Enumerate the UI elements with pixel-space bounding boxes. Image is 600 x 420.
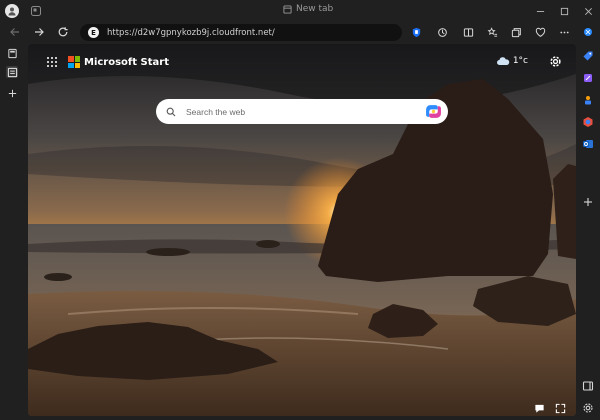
shopping-button[interactable] (582, 50, 594, 62)
more-options-button[interactable] (558, 26, 570, 38)
minimize-icon (536, 10, 544, 12)
site-info-badge[interactable]: E (88, 27, 99, 38)
browser-essentials-button[interactable] (410, 26, 422, 38)
fullscreen-button[interactable] (555, 399, 566, 414)
tab-title-text: New tab (296, 4, 334, 14)
left-vertical-rail (0, 42, 24, 420)
browser-window: New tab E https://d2w7gpnykozb9j.cloudfr… (0, 0, 600, 420)
new-tab-page-icon (283, 4, 292, 14)
minimize-button[interactable] (528, 0, 552, 22)
split-screen-button[interactable] (462, 26, 474, 38)
page-settings-icon[interactable] (549, 55, 562, 68)
add-sidebar-app-button[interactable] (582, 196, 594, 208)
favorites-button[interactable] (486, 26, 498, 38)
url-text[interactable]: https://d2w7gpnykozb9j.cloudfront.net/ (107, 28, 275, 38)
brand-name[interactable]: Microsoft Start (84, 57, 169, 68)
settings-icon (583, 403, 593, 413)
title-bar: New tab (0, 0, 600, 22)
close-button[interactable] (576, 0, 600, 22)
collections-icon (511, 27, 521, 37)
microsoft-365-button[interactable] (582, 116, 594, 128)
tools-icon (584, 74, 592, 82)
profile-avatar[interactable] (5, 4, 19, 18)
extension-icon (437, 27, 447, 37)
more-dots-icon (559, 31, 569, 33)
forward-button[interactable] (32, 25, 46, 39)
feedback-button[interactable] (534, 399, 545, 413)
add-icon (584, 198, 592, 206)
active-tab[interactable]: New tab (283, 4, 333, 14)
tools-button[interactable] (582, 72, 594, 84)
refresh-button[interactable] (56, 25, 70, 39)
new-tab-plus-icon (8, 89, 16, 97)
copilot-sidebar-button[interactable] (582, 26, 594, 38)
new-tab-button[interactable] (6, 87, 18, 99)
outlook-icon (583, 140, 593, 148)
bottom-controls (534, 399, 566, 414)
arrow-right-icon (35, 28, 44, 36)
navigation-toolbar: E https://d2w7gpnykozb9j.cloudfront.net/ (0, 22, 600, 42)
weather-temperature: 1°c (512, 56, 528, 66)
tab-actions-icon (7, 48, 17, 58)
games-button[interactable] (582, 94, 594, 106)
weather-widget[interactable]: 1°c (496, 56, 528, 66)
outlook-button[interactable] (582, 138, 594, 150)
right-sidebar-rail (576, 22, 600, 420)
maximize-button[interactable] (552, 0, 576, 22)
collections-button[interactable] (510, 26, 522, 38)
sidebar-toggle-icon (582, 381, 594, 391)
hide-sidebar-button[interactable] (582, 380, 594, 392)
ms-start-header: Microsoft Start (46, 56, 169, 68)
heart-pulse-icon (535, 27, 545, 37)
vertical-tabs-button[interactable] (6, 66, 18, 78)
workspaces-icon[interactable] (30, 5, 42, 17)
favorites-star-icon (487, 26, 497, 37)
feedback-icon (535, 404, 544, 413)
person-icon (8, 7, 16, 16)
copilot-icon[interactable] (425, 103, 442, 120)
maximize-icon (560, 7, 568, 15)
browser-wallet-button[interactable] (534, 26, 546, 38)
copilot-icon (584, 28, 592, 36)
games-icon (585, 96, 591, 105)
shield-icon (412, 27, 420, 37)
microsoft-365-icon (583, 117, 593, 127)
cloud-icon (496, 57, 510, 65)
search-icon (166, 107, 176, 116)
refresh-icon (58, 27, 68, 37)
close-icon (584, 7, 592, 15)
arrow-left-icon (10, 28, 19, 36)
address-bar[interactable]: E https://d2w7gpnykozb9j.cloudfront.net/ (80, 24, 402, 41)
new-tab-page: Microsoft Start 1°c (28, 44, 576, 416)
microsoft-logo-icon (68, 56, 80, 68)
split-screen-icon (463, 27, 473, 37)
expand-icon (555, 403, 566, 414)
extension-button[interactable] (436, 26, 448, 38)
app-launcher-icon[interactable] (46, 56, 58, 68)
window-controls (528, 0, 600, 22)
search-input[interactable] (186, 106, 406, 117)
web-search-box[interactable] (156, 99, 448, 124)
vertical-tabs-icon (7, 67, 17, 77)
back-button[interactable] (8, 25, 22, 39)
tab-actions-button[interactable] (6, 47, 18, 59)
shopping-tag-icon (583, 51, 593, 61)
sidebar-settings-button[interactable] (582, 402, 594, 414)
